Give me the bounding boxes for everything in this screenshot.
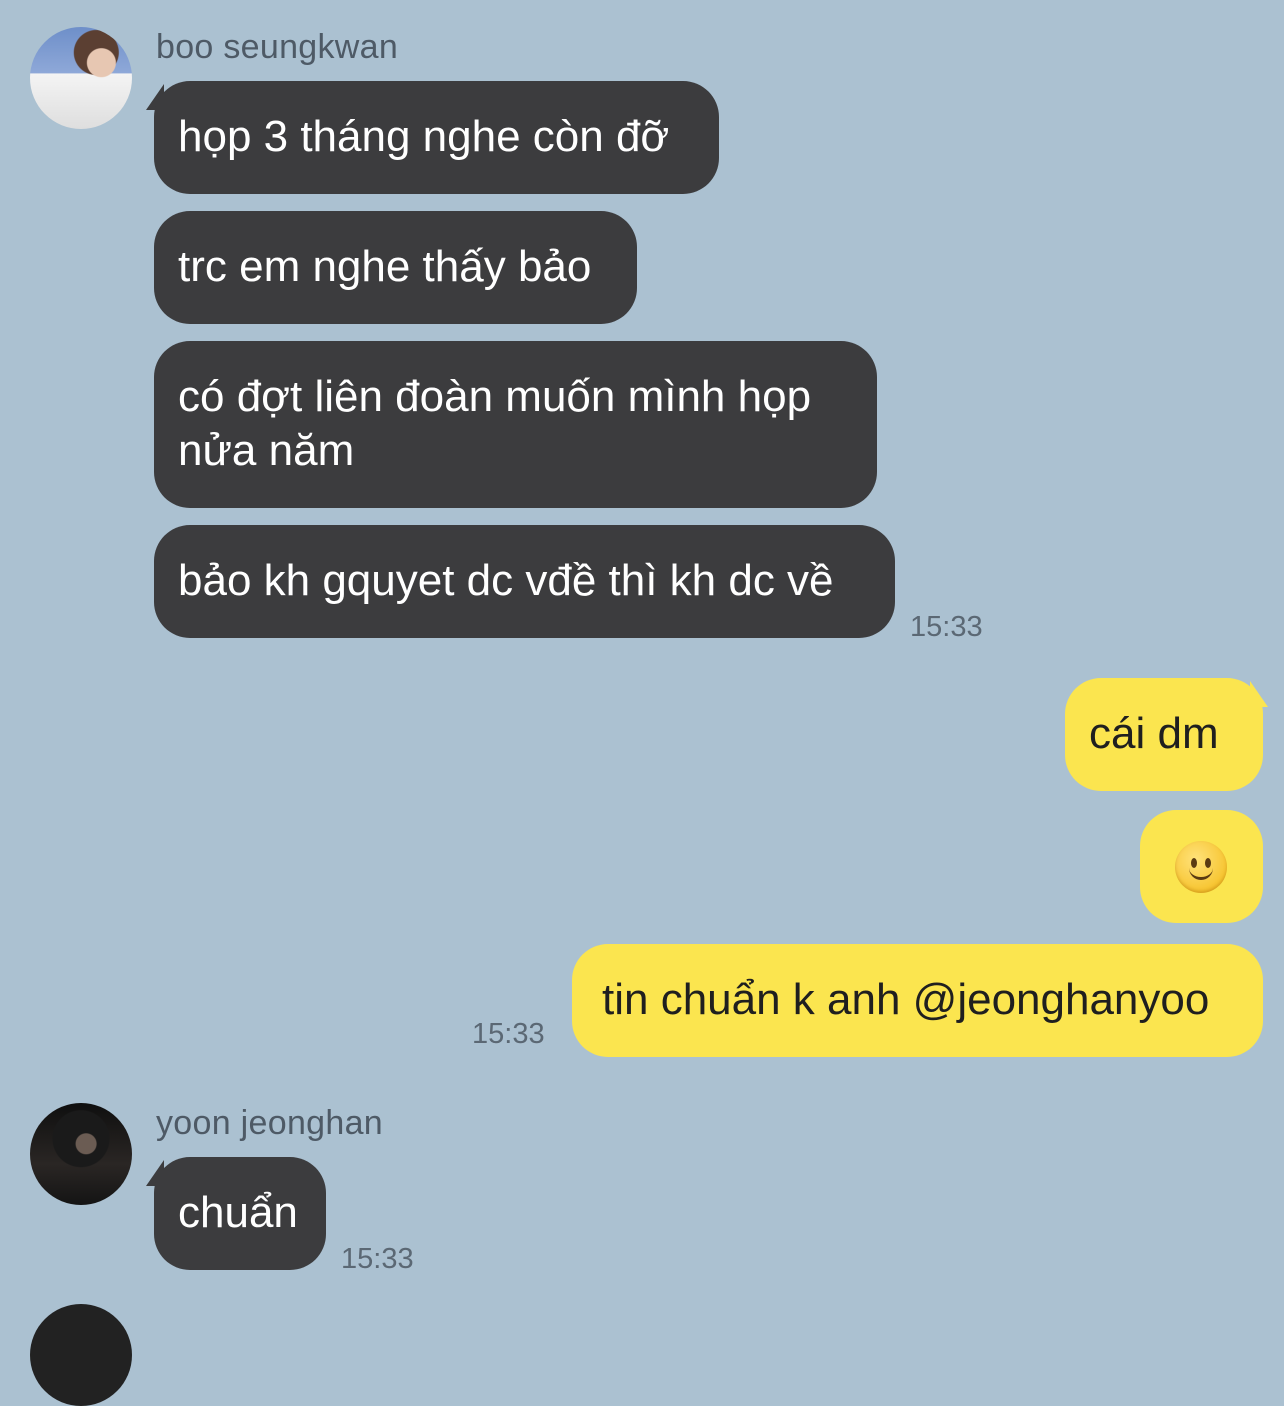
message-bubble-incoming[interactable]: trc em nghe thấy bảo [154,211,637,324]
sender-avatar-boo-seungkwan[interactable] [30,27,132,129]
sender-name: yoon jeonghan [156,1104,383,1142]
message-text: có đợt liên đoàn muốn mình họp nửa năm [178,372,812,475]
message-text: họp 3 tháng nghe còn đỡ [178,112,670,161]
sender-name: boo seungkwan [156,28,399,66]
message-bubble-outgoing-emoji[interactable]: 🙂 [1140,810,1263,923]
message-timestamp: 15:33 [341,1243,414,1275]
message-text: tin chuẩn k anh @jeonghanyoo [602,975,1210,1024]
message-bubble-incoming[interactable]: chuẩn [154,1157,326,1270]
message-bubble-incoming[interactable]: họp 3 tháng nghe còn đỡ [154,81,719,194]
message-text: trc em nghe thấy bảo [178,242,592,291]
sender-avatar-yoon-jeonghan[interactable] [30,1103,132,1205]
message-text: cái dm [1089,709,1219,758]
message-bubble-outgoing[interactable]: tin chuẩn k anh @jeonghanyoo [572,944,1263,1057]
message-bubble-outgoing[interactable]: cái dm [1065,678,1263,791]
message-bubble-incoming[interactable]: bảo kh gquyet dc vđề thì kh dc về [154,525,895,638]
message-timestamp: 15:33 [910,611,983,643]
smiley-face-icon [1175,841,1227,893]
message-text: bảo kh gquyet dc vđề thì kh dc về [178,556,834,605]
message-timestamp: 15:33 [472,1018,545,1050]
message-bubble-incoming[interactable]: có đợt liên đoàn muốn mình họp nửa năm [154,341,877,508]
sender-avatar-partial[interactable] [30,1304,132,1406]
message-text: chuẩn [178,1188,298,1237]
